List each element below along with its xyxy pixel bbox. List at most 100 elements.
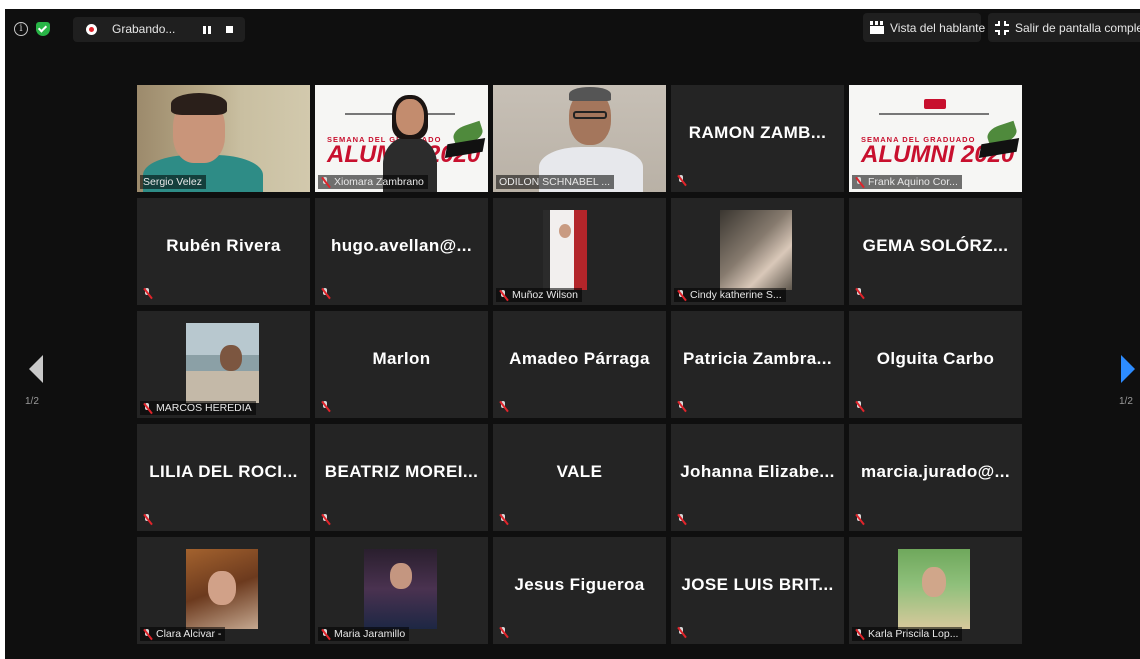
participant-label-text: Xiomara Zambrano <box>334 176 424 188</box>
participant-name: GEMA SOLÓRZ... <box>862 236 1009 255</box>
participant-tile[interactable]: Patricia Zambra... <box>671 311 844 418</box>
participant-tile[interactable]: Sergio Velez <box>137 85 310 192</box>
participant-tile[interactable]: SEMANA DEL GRADUADO ALUMNI 2020 Xiomara … <box>315 85 488 192</box>
meeting-window: i Grabando... Vista del hablante Salir d… <box>5 9 1140 659</box>
participant-tile[interactable]: MARCOS HEREDIA <box>137 311 310 418</box>
participant-tile[interactable]: hugo.avellan@... <box>315 198 488 305</box>
mic-muted-icon <box>143 402 152 414</box>
mic-muted-icon <box>499 401 508 412</box>
participant-label-text: MARCOS HEREDIA <box>156 402 252 414</box>
mic-muted-icon <box>677 401 686 412</box>
participant-tile[interactable]: VALE <box>493 424 666 531</box>
participant-name: VALE <box>556 462 603 481</box>
participant-tile[interactable]: ODILON SCHNABEL ... <box>493 85 666 192</box>
participant-name: JOSE LUIS BRIT... <box>681 575 834 594</box>
recording-dot-icon <box>86 24 97 35</box>
page-indicator-left: 1/2 <box>25 396 39 407</box>
participant-name: marcia.jurado@... <box>860 462 1011 481</box>
mic-muted-icon <box>143 628 152 640</box>
participant-name: BEATRIZ MOREI... <box>324 462 479 481</box>
participant-label-text: ODILON SCHNABEL ... <box>499 176 611 188</box>
recording-panel: Grabando... <box>73 17 245 42</box>
mic-muted-icon <box>499 289 508 301</box>
participant-label: Maria Jaramillo <box>318 627 410 641</box>
participant-tile[interactable]: SEMANA DEL GRADUADO ALUMNI 2020 Frank Aq… <box>849 85 1022 192</box>
participant-tile[interactable]: Karla Priscila Lop... <box>849 537 1022 644</box>
recording-label: Grabando... <box>112 22 176 36</box>
chevron-left-icon <box>29 355 43 383</box>
mic-muted-icon <box>321 514 330 525</box>
participant-tile[interactable]: Cindy katherine S... <box>671 198 844 305</box>
previous-page-button[interactable]: 1/2 <box>21 349 51 409</box>
speaker-view-icon <box>870 21 884 34</box>
participant-name: Jesus Figueroa <box>514 575 645 594</box>
avatar <box>186 323 259 403</box>
participant-name: Marlon <box>372 349 431 368</box>
participant-label-text: Clara Alcivar - <box>156 628 222 640</box>
mic-muted-icon <box>677 627 686 638</box>
participant-tile[interactable]: Muñoz Wilson <box>493 198 666 305</box>
mic-muted-icon <box>143 288 152 299</box>
participant-name: Olguita Carbo <box>876 349 995 368</box>
speaker-view-button[interactable]: Vista del hablante <box>863 13 985 42</box>
mic-muted-icon <box>321 176 330 188</box>
participant-tile[interactable]: Jesus Figueroa <box>493 537 666 644</box>
mic-muted-icon <box>143 514 152 525</box>
participant-label: Muñoz Wilson <box>496 288 582 302</box>
page-indicator-right: 1/2 <box>1119 396 1133 407</box>
participant-label: Xiomara Zambrano <box>318 175 428 189</box>
participant-name: Patricia Zambra... <box>683 349 832 368</box>
mic-muted-icon <box>321 628 330 640</box>
participant-tile[interactable]: Rubén Rivera <box>137 198 310 305</box>
participant-name: Rubén Rivera <box>166 236 281 255</box>
participant-tile[interactable]: JOSE LUIS BRIT... <box>671 537 844 644</box>
chevron-right-icon <box>1121 355 1135 383</box>
participant-tile[interactable]: Olguita Carbo <box>849 311 1022 418</box>
participant-label: Clara Alcivar - <box>140 627 226 641</box>
next-page-button[interactable]: 1/2 <box>1111 349 1140 409</box>
exit-fullscreen-label: Salir de pantalla completa <box>1015 20 1140 35</box>
pause-recording-button[interactable] <box>200 23 214 37</box>
participant-tile[interactable]: BEATRIZ MOREI... <box>315 424 488 531</box>
encryption-shield-icon[interactable] <box>36 22 50 36</box>
participant-name: Amadeo Párraga <box>509 349 650 368</box>
avatar <box>898 549 970 629</box>
top-bar: i Grabando... Vista del hablante Salir d… <box>5 9 1140 51</box>
participant-tile[interactable]: GEMA SOLÓRZ... <box>849 198 1022 305</box>
participant-tile[interactable]: Marlon <box>315 311 488 418</box>
avatar <box>720 210 792 290</box>
participant-name: Johanna Elizabe... <box>680 462 835 481</box>
mic-muted-icon <box>855 628 864 640</box>
participant-tile[interactable]: RAMON ZAMB... <box>671 85 844 192</box>
participant-label: Karla Priscila Lop... <box>852 627 963 641</box>
exit-fullscreen-button[interactable]: Salir de pantalla completa <box>988 13 1140 42</box>
mic-muted-icon <box>499 514 508 525</box>
stop-recording-button[interactable] <box>223 23 237 37</box>
participant-label-text: Karla Priscila Lop... <box>868 628 959 640</box>
participant-name: hugo.avellan@... <box>330 236 473 255</box>
mic-muted-icon <box>855 514 864 525</box>
participant-tile[interactable]: marcia.jurado@... <box>849 424 1022 531</box>
participant-tile[interactable]: LILIA DEL ROCI... <box>137 424 310 531</box>
mic-muted-icon <box>855 176 864 188</box>
participant-label: ODILON SCHNABEL ... <box>496 175 615 189</box>
participant-tile[interactable]: Maria Jaramillo <box>315 537 488 644</box>
mic-muted-icon <box>499 627 508 638</box>
participant-label-text: Sergio Velez <box>143 176 202 188</box>
mic-muted-icon <box>321 401 330 412</box>
participant-tile[interactable]: Amadeo Párraga <box>493 311 666 418</box>
info-icon[interactable]: i <box>14 22 28 36</box>
mic-muted-icon <box>677 514 686 525</box>
mic-muted-icon <box>677 175 686 186</box>
participant-name: RAMON ZAMB... <box>688 123 827 142</box>
avatar <box>186 549 258 629</box>
participant-label: MARCOS HEREDIA <box>140 401 256 415</box>
exit-fullscreen-icon <box>995 20 1009 35</box>
participant-label-text: Frank Aquino Cor... <box>868 176 958 188</box>
participant-label: Sergio Velez <box>140 175 206 189</box>
mic-muted-icon <box>855 288 864 299</box>
participant-tile[interactable]: Johanna Elizabe... <box>671 424 844 531</box>
participant-label: Cindy katherine S... <box>674 288 786 302</box>
participant-tile[interactable]: Clara Alcivar - <box>137 537 310 644</box>
gallery-grid: Sergio Velez SEMANA DEL GRADUADO ALUMNI … <box>137 85 1023 659</box>
